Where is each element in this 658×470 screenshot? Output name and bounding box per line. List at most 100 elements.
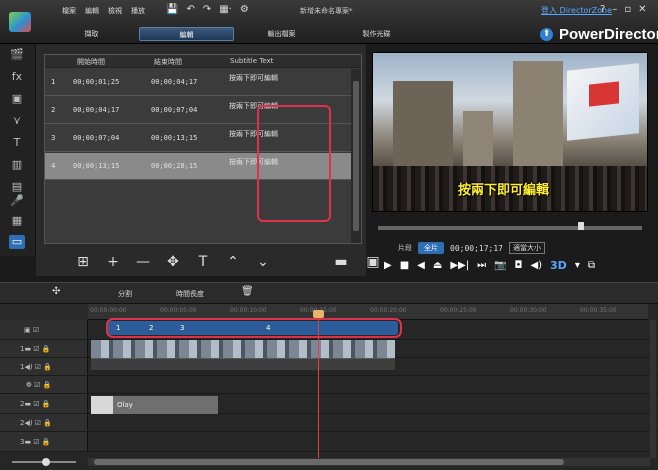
undo-icon[interactable]: ↶: [186, 4, 194, 15]
video-track-3[interactable]: 3▬ ☑ 🔒: [0, 432, 658, 452]
previous-frame-icon[interactable]: ◀: [417, 260, 425, 271]
timecode[interactable]: 00;00;17;17: [450, 244, 503, 253]
3d-toggle[interactable]: 3D: [550, 259, 567, 272]
add-subtitle-button[interactable]: +: [106, 254, 120, 270]
tab-produce[interactable]: 輸出檔案: [234, 27, 329, 41]
export-icon[interactable]: ▬: [334, 254, 348, 270]
audio-clip[interactable]: [91, 358, 395, 370]
remove-subtitle-button[interactable]: —: [136, 254, 150, 270]
clip-mode-tab[interactable]: 片段: [398, 243, 412, 253]
track-header: ▣ ☑: [0, 320, 88, 339]
particle-room-icon[interactable]: ⋎: [9, 114, 25, 128]
end-time[interactable]: 00;00;28;15: [151, 162, 197, 170]
building: [393, 81, 453, 171]
movie-mode-tab[interactable]: 全片: [418, 242, 444, 254]
zoom-knob[interactable]: [42, 458, 50, 466]
table-row[interactable]: 1 00;00;01;25 00;00;04;17 按兩下即可編輯: [45, 69, 351, 96]
row-number: 4: [51, 162, 56, 170]
room-toolbar: 🎬 fx ▣ ⋎ T ▥ ▤ 🎤 ▦ ▭: [0, 44, 36, 256]
preview-subtitle[interactable]: 按兩下即可編輯: [458, 179, 549, 198]
track-header: 2▬ ☑ 🔒: [0, 394, 88, 413]
import-icon[interactable]: ▣: [366, 254, 380, 270]
undock-icon[interactable]: ⧉: [588, 260, 595, 271]
timeline-view-switcher[interactable]: [0, 304, 88, 320]
display-icon[interactable]: ◘: [515, 260, 523, 271]
volume-icon[interactable]: ◀): [530, 260, 542, 271]
chapter-room-icon[interactable]: ▦: [9, 214, 25, 228]
chevron-down-icon[interactable]: ▾: [575, 260, 580, 271]
media-room-icon[interactable]: 🎬: [9, 48, 25, 62]
building: [463, 111, 493, 171]
start-time[interactable]: 00;00;07;04: [73, 134, 119, 142]
play-icon[interactable]: ▶: [384, 260, 392, 271]
position-icon[interactable]: ✥: [166, 254, 180, 270]
timeline-zoom-slider[interactable]: [4, 458, 84, 466]
audio-track-2[interactable]: 2◀) ☑ 🔒: [0, 414, 658, 432]
quick-toolbar: 💾 ↶ ↷ ▦· ⚙: [166, 4, 249, 15]
fx-track[interactable]: ❁ ☑ 🔒: [0, 376, 658, 394]
tools-icon[interactable]: ✣: [52, 286, 60, 297]
next-frame-icon[interactable]: ▶▶|: [450, 260, 469, 271]
end-time[interactable]: 00;00;04;17: [151, 78, 197, 86]
text-format-icon[interactable]: T: [196, 254, 210, 270]
close-button[interactable]: ✕: [638, 4, 646, 15]
title-room-icon[interactable]: T: [9, 136, 25, 150]
move-up-icon[interactable]: ⌃: [226, 254, 240, 270]
tab-capture[interactable]: 擷取: [44, 27, 139, 41]
playhead[interactable]: [318, 312, 319, 460]
video-clip[interactable]: [91, 340, 395, 358]
stop-icon[interactable]: ■: [400, 260, 409, 271]
timeline-horizontal-scrollbar[interactable]: [88, 458, 650, 466]
import-subtitle-icon[interactable]: ⊞: [76, 254, 90, 270]
timeline-vertical-scrollbar[interactable]: [650, 320, 656, 458]
menu-edit[interactable]: 編輯: [85, 6, 99, 16]
ruler-tick: 00:00:35:00: [580, 307, 617, 314]
save-icon[interactable]: 💾: [166, 4, 178, 15]
highlight-box: [257, 105, 331, 222]
subtitle-text[interactable]: 按兩下即可編輯: [229, 73, 278, 83]
pip-room-icon[interactable]: ▣: [9, 92, 25, 106]
subtitle-room-icon[interactable]: ▭: [9, 235, 25, 249]
tab-edit[interactable]: 編輯: [139, 27, 234, 41]
tab-create-disc[interactable]: 製作光碟: [329, 27, 424, 41]
zoom-dropdown[interactable]: 適當大小: [508, 242, 545, 254]
scroll-thumb[interactable]: [353, 81, 359, 231]
snapshot-icon[interactable]: 📷: [494, 260, 506, 271]
voice-over-icon[interactable]: 🎤: [9, 194, 25, 208]
trash-icon[interactable]: 🗑: [241, 286, 254, 297]
end-time[interactable]: 00;00;07;04: [151, 106, 197, 114]
playhead-handle[interactable]: [313, 310, 324, 318]
redo-icon[interactable]: ↷: [203, 4, 211, 15]
start-time[interactable]: 00;00;13;15: [73, 162, 119, 170]
header-end-time: 結束時間: [154, 58, 182, 66]
track-header: 1◀) ☑ 🔒: [0, 358, 88, 375]
start-time[interactable]: 00;00;04;17: [73, 106, 119, 114]
table-scrollbar[interactable]: [351, 69, 361, 243]
preview-seekbar[interactable]: [378, 226, 642, 230]
window-controls: ? – ▫ ✕: [600, 4, 646, 15]
settings-icon[interactable]: ⚙: [240, 4, 249, 15]
move-down-icon[interactable]: ⌄: [256, 254, 270, 270]
effect-room-icon[interactable]: fx: [9, 70, 25, 84]
scroll-thumb[interactable]: [94, 459, 564, 465]
start-time[interactable]: 00;00;01;25: [73, 78, 119, 86]
end-time[interactable]: 00;00;13;15: [151, 134, 197, 142]
transition-room-icon[interactable]: ▥: [9, 158, 25, 172]
fast-forward-icon[interactable]: ⏭: [477, 260, 486, 271]
seek-thumb[interactable]: [578, 222, 584, 230]
split-button[interactable]: 分割: [118, 289, 132, 299]
timeline-highlight-box: [106, 318, 402, 338]
upgrade-icon[interactable]: ⬆: [540, 28, 553, 41]
layout-icon[interactable]: ▦·: [219, 4, 232, 15]
minimize-button[interactable]: –: [612, 4, 617, 15]
duration-button[interactable]: 時間長度: [176, 289, 204, 299]
menu-file[interactable]: 檔案: [62, 6, 76, 16]
menu-view[interactable]: 檢視: [108, 6, 122, 16]
help-button[interactable]: ?: [600, 4, 605, 15]
row-number: 3: [51, 134, 56, 142]
eject-icon[interactable]: ⏏: [433, 260, 442, 271]
restore-button[interactable]: ▫: [624, 4, 631, 15]
menu-play[interactable]: 播放: [131, 6, 145, 16]
audio-mixing-icon[interactable]: ▤: [9, 180, 25, 194]
preview-window[interactable]: 按兩下即可編輯: [372, 52, 648, 212]
